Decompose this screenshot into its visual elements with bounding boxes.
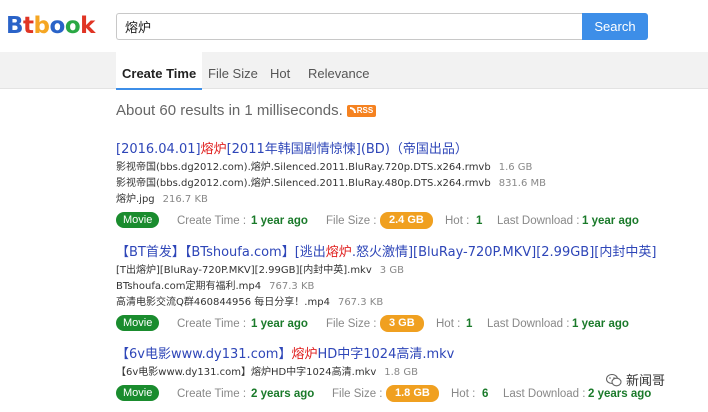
last-download-label: Last Download : [497,215,580,227]
file-row: 熔炉.jpg 216.7 KB [116,192,696,208]
last-download-label: Last Download : [487,318,570,330]
rss-button[interactable]: RSS [346,105,377,117]
file-size: 1.8 GB [384,367,418,378]
results-summary: About 60 results in 1 milliseconds. RSS [116,101,377,121]
search-button[interactable]: Search [582,13,648,40]
file-size-badge: 3 GB [380,315,424,332]
create-time-value: 1 year ago [251,215,308,227]
tab-create-time[interactable]: Create Time [116,52,203,90]
tab-relevance[interactable]: Relevance [302,52,375,89]
hot-value: 1 [476,215,483,227]
file-row: 影视帝国(bbs.dg2012.com).熔炉.Silenced.2011.Bl… [116,176,696,192]
logo-letter: t [23,13,34,39]
file-row: [T出熔炉][BluRay-720P.MKV][2.99GB][内封中英].mk… [116,263,696,279]
file-row: BTshoufa.com定期有福利.mp4 767.3 KB [116,279,696,295]
file-size-badge: 1.8 GB [386,385,439,402]
create-time-label: Create Time : [177,318,247,330]
file-size: 831.6 MB [498,178,546,189]
last-download-value: 1 year ago [582,215,639,227]
file-row: 高清电影交流Q群460844956 每日分享！.mp4 767.3 KB [116,295,696,311]
create-time-value: 2 years ago [251,388,315,400]
sort-tabs: Create Time File Size Hot Relevance [0,52,708,90]
file-name: 【6v电影www.dy131.com】熔炉HD中字1024高清.mkv [116,367,377,378]
file-size: 767.3 KB [269,281,315,292]
rss-icon [349,107,356,113]
logo-letter: B [6,13,24,39]
results-count-text: About 60 results in 1 milliseconds. [116,102,343,119]
file-name: 影视帝国(bbs.dg2012.com).熔炉.Silenced.2011.Bl… [116,178,491,189]
file-size-label: File Size : [326,318,377,330]
hot-label: Hot : [436,318,461,330]
title-segment: [2016.04.01] [116,142,201,157]
file-size: 216.7 KB [162,194,208,205]
result-item: [2016.04.01]熔炉[2011年韩国剧情惊悚](BD)（帝国出品） 影视… [116,140,696,231]
create-time-label: Create Time : [177,388,247,400]
hot-label: Hot : [445,215,470,227]
watermark-text: 新闻哥 [626,374,666,389]
logo-letter: b [33,13,50,39]
create-time-label: Create Time : [177,215,247,227]
hot-value: 6 [482,388,489,400]
file-name: 熔炉.jpg [116,194,155,205]
file-name: 影视帝国(bbs.dg2012.com).熔炉.Silenced.2011.Bl… [116,162,491,173]
file-size-badge: 2.4 GB [380,212,433,229]
category-badge[interactable]: Movie [116,212,160,228]
title-keyword-highlight: 熔炉 [325,245,352,260]
logo-letter: o [49,13,66,39]
file-row: 影视帝国(bbs.dg2012.com).熔炉.Silenced.2011.Bl… [116,160,696,176]
file-size-label: File Size : [326,215,377,227]
watermark: 新闻哥 [606,370,665,389]
category-badge[interactable]: Movie [116,315,160,331]
file-size-label: File Size : [332,388,383,400]
file-name: [T出熔炉][BluRay-720P.MKV][2.99GB][内封中英].mk… [116,265,372,276]
result-item: 【BT首发】【BTshoufa.com】[逃出熔炉.怒火激情][BluRay-7… [116,243,696,334]
title-segment: HD中字1024高清.mkv [317,347,455,362]
category-badge[interactable]: Movie [116,385,160,401]
wechat-icon [606,374,622,387]
result-title-link[interactable]: 【BT首发】【BTshoufa.com】[逃出熔炉.怒火激情][BluRay-7… [116,243,696,263]
file-size: 767.3 KB [337,297,384,308]
tab-hot[interactable]: Hot [264,52,296,89]
search-input[interactable] [116,13,582,40]
result-meta: Movie Create Time : 1 year ago File Size… [116,211,696,231]
result-title-link[interactable]: [2016.04.01]熔炉[2011年韩国剧情惊悚](BD)（帝国出品） [116,140,696,160]
file-size: 3 GB [379,265,404,276]
rss-label: RSS [356,106,374,115]
last-download-label: Last Download : [503,388,586,400]
result-title-link[interactable]: 【6v电影www.dy131.com】熔炉HD中字1024高清.mkv [116,345,696,365]
title-segment: 【BT首发】【BTshoufa.com】[逃出 [116,245,326,260]
btbook-logo[interactable]: Btbook [6,12,95,40]
title-segment: [2011年韩国剧情惊悚](BD)（帝国出品） [226,142,468,157]
title-segment: 【6v电影www.dy131.com】 [116,347,292,362]
title-keyword-highlight: 熔炉 [200,142,227,157]
logo-letter: k [80,13,95,39]
title-keyword-highlight: 熔炉 [291,347,318,362]
logo-letter: o [64,13,81,39]
result-meta: Movie Create Time : 1 year ago File Size… [116,314,696,334]
last-download-value: 1 year ago [572,318,629,330]
file-size: 1.6 GB [498,162,533,173]
title-segment: .怒火激情][BluRay-720P.MKV][2.99GB][内封中英] [351,245,657,260]
file-name: BTshoufa.com定期有福利.mp4 [116,281,262,292]
file-name: 高清电影交流Q群460844956 每日分享！.mp4 [116,297,330,308]
tab-file-size[interactable]: File Size [202,52,264,89]
header: Btbook Search [0,0,708,52]
hot-value: 1 [466,318,473,330]
hot-label: Hot : [451,388,476,400]
create-time-value: 1 year ago [251,318,308,330]
